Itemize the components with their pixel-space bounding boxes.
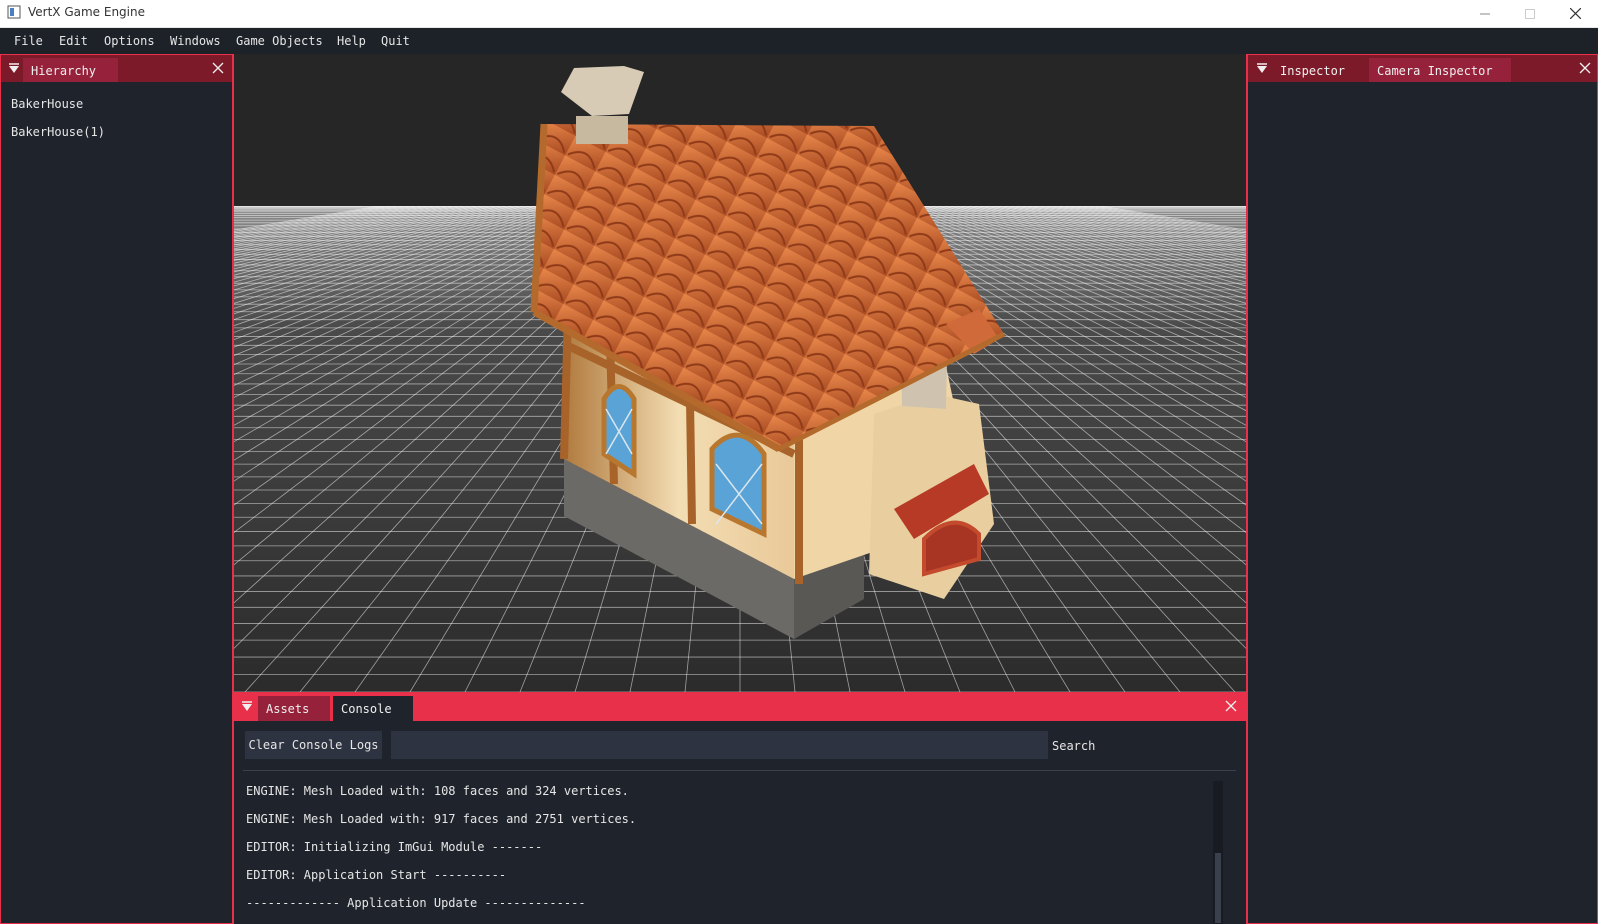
tab-inspector[interactable]: Inspector xyxy=(1272,58,1366,82)
minimize-icon xyxy=(1480,13,1490,14)
console-log-line: ENGINE: Mesh Loaded with: 108 faces and … xyxy=(246,784,629,798)
console-log-line: ENGINE: Mesh Loaded with: 917 faces and … xyxy=(246,812,637,826)
tab-camera-inspector[interactable]: Camera Inspector xyxy=(1369,58,1511,82)
console-log-line: ------------- Application Update -------… xyxy=(246,896,586,910)
title-bar: VertX Game Engine xyxy=(0,0,1598,28)
console-scrollbar[interactable] xyxy=(1213,781,1223,924)
hierarchy-tab-bar: Hierarchy xyxy=(1,55,232,82)
console-log-line: EDITOR: Application Start ---------- xyxy=(246,868,507,882)
search-input[interactable] xyxy=(391,731,1048,759)
hierarchy-item[interactable]: BakerHouse(1) xyxy=(11,125,105,139)
console-panel: Assets Console Clear Console Logs Search… xyxy=(233,692,1247,924)
divider xyxy=(243,770,1236,771)
hierarchy-item[interactable]: BakerHouse xyxy=(11,97,83,111)
collapse-triangle-icon[interactable] xyxy=(241,701,253,713)
scene-render[interactable] xyxy=(234,54,1246,692)
menu-quit[interactable]: Quit xyxy=(381,34,410,48)
tab-hierarchy[interactable]: Hierarchy xyxy=(23,58,118,82)
app-icon xyxy=(7,5,21,19)
close-icon[interactable] xyxy=(1579,62,1591,74)
window-title: VertX Game Engine xyxy=(28,5,145,19)
close-icon[interactable] xyxy=(1225,700,1237,712)
collapse-triangle-icon[interactable] xyxy=(1256,63,1268,75)
search-label: Search xyxy=(1052,739,1096,753)
menu-windows[interactable]: Windows xyxy=(170,34,221,48)
hierarchy-panel: Hierarchy BakerHouse BakerHouse(1) xyxy=(0,54,233,924)
minimize-button[interactable] xyxy=(1462,0,1508,27)
console-scrollbar-thumb[interactable] xyxy=(1215,853,1221,923)
window-close-button[interactable] xyxy=(1552,0,1598,27)
console-tab-bar: Assets Console xyxy=(234,692,1246,721)
tab-assets[interactable]: Assets xyxy=(258,696,330,721)
menu-edit[interactable]: Edit xyxy=(59,34,88,48)
inspector-tab-bar: Inspector Camera Inspector xyxy=(1248,55,1597,82)
menu-file[interactable]: File xyxy=(14,34,43,48)
menu-help[interactable]: Help xyxy=(337,34,366,48)
maximize-icon xyxy=(1525,8,1535,19)
window-close-icon xyxy=(1569,8,1581,19)
menu-options[interactable]: Options xyxy=(104,34,155,48)
collapse-triangle-icon[interactable] xyxy=(8,63,20,75)
console-log-line: EDITOR: Initializing ImGui Module ------… xyxy=(246,840,543,854)
clear-console-button[interactable]: Clear Console Logs xyxy=(245,731,382,759)
menu-bar: File Edit Options Windows Game Objects H… xyxy=(0,28,1598,55)
tab-console[interactable]: Console xyxy=(333,696,413,721)
menu-game-objects[interactable]: Game Objects xyxy=(236,34,323,48)
maximize-button[interactable] xyxy=(1507,0,1553,27)
scene-viewport[interactable] xyxy=(233,54,1247,692)
inspector-panel: Inspector Camera Inspector xyxy=(1247,54,1598,924)
close-icon[interactable] xyxy=(212,62,224,74)
